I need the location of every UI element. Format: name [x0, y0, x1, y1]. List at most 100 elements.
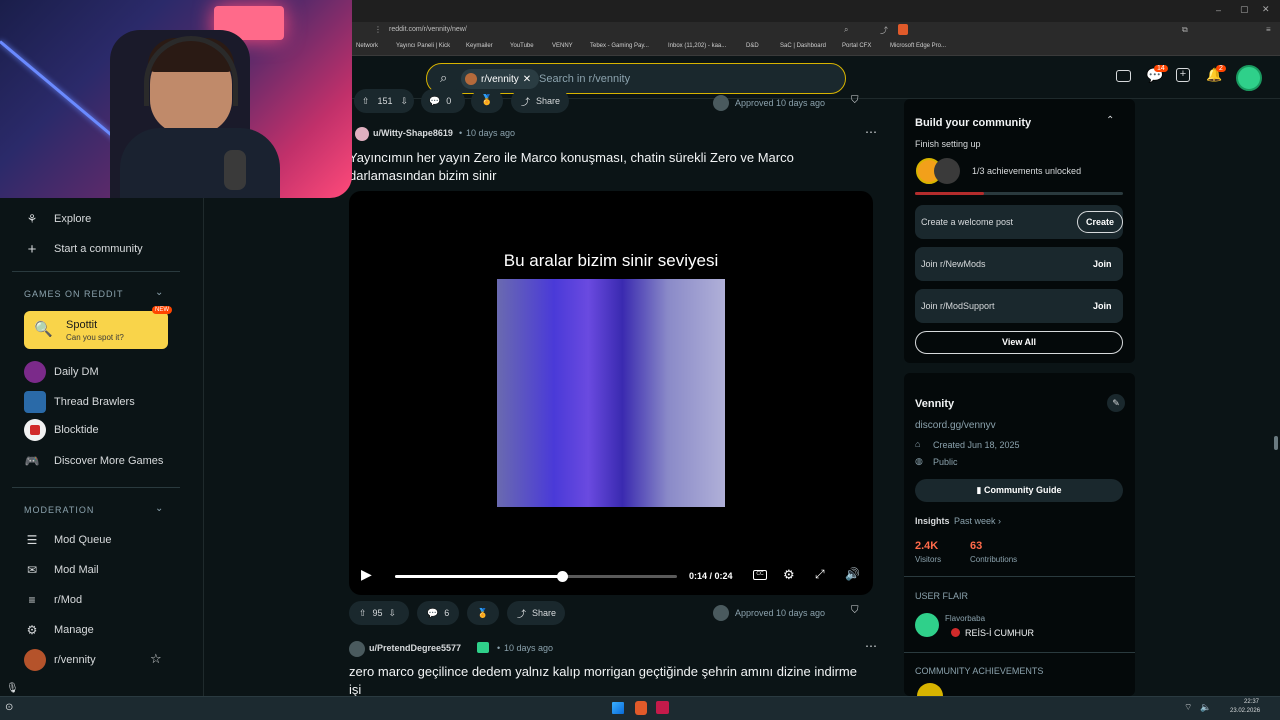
app-icon[interactable] [656, 701, 669, 714]
star-icon[interactable]: ☆ [150, 651, 162, 667]
bookmark-item[interactable]: Microsoft Edge Pro... [890, 43, 946, 49]
extensions-icon[interactable]: ⧉ [1182, 25, 1188, 35]
community-guide-button[interactable]: ▮ Community Guide [915, 479, 1123, 502]
bookmark-item[interactable]: VENNY [552, 43, 573, 49]
award-button[interactable]: 🏅 [467, 601, 499, 625]
brave-icon[interactable] [635, 701, 647, 715]
clock-date[interactable]: 23.02.2026 [1230, 708, 1260, 714]
wifi-icon[interactable]: ⌔ [1184, 702, 1192, 713]
create-post-icon[interactable]: + [1176, 68, 1190, 82]
post-1[interactable]: u/Witty-Shape8619 • 10 days ago ⋯ Yayınc… [349, 125, 879, 645]
community-vennity[interactable]: r/vennity [24, 649, 96, 671]
nav-start-community[interactable]: + Start a community [24, 241, 143, 258]
more-options-icon[interactable]: ⋯ [865, 639, 877, 653]
bookmark-item[interactable]: Tebex - Gaming Pay... [590, 43, 649, 49]
bookmark-item[interactable]: YouTube [510, 43, 534, 49]
shield-icon[interactable]: ⛉ [851, 605, 859, 616]
bookmark-item[interactable]: Portal CFX [842, 43, 871, 49]
fullscreen-icon[interactable]: ⤢ [815, 567, 825, 582]
create-button[interactable]: Create [1077, 211, 1124, 233]
settings-icon[interactable]: ⚙ [783, 567, 795, 583]
mod-queue[interactable]: ☰ Mod Queue [24, 532, 112, 548]
post-title[interactable]: zero marco geçilince dedem yalnız kalıp … [349, 663, 859, 699]
games-section-header[interactable]: GAMES ON REDDIT [24, 289, 124, 299]
divider [12, 271, 180, 272]
prev-post-comments[interactable]: 💬 0 [421, 89, 465, 113]
page-scrollbar[interactable] [1274, 436, 1278, 450]
manage[interactable]: ⚙ Manage [24, 622, 94, 638]
clock-time[interactable]: 22:37 [1244, 699, 1259, 705]
discover-more-games[interactable]: 🎮 Discover More Games [24, 453, 164, 469]
discord-link[interactable]: discord.gg/vennyv [915, 420, 996, 431]
more-options-icon[interactable]: ⋯ [865, 125, 877, 139]
settings-tray-icon[interactable]: ⊙ [5, 702, 13, 713]
edit-icon[interactable]: ✎ [1107, 394, 1125, 412]
bookmark-item[interactable]: SaC | Dashboard [780, 43, 826, 49]
seek-handle[interactable] [557, 571, 568, 582]
nav-start-community-label: Start a community [54, 243, 143, 255]
mod-mail[interactable]: ✉ Mod Mail [24, 562, 99, 578]
share-page-icon[interactable]: ⤴ [880, 25, 888, 36]
play-icon[interactable]: ▶ [361, 566, 372, 583]
bookmark-item[interactable]: D&D [746, 43, 759, 49]
volume-tray-icon[interactable]: 🔈 [1200, 702, 1211, 713]
game-thread-brawlers[interactable]: Thread Brawlers [24, 391, 135, 413]
spottit-card[interactable]: 🔍 Spottit Can you spot it? NEW [24, 306, 172, 349]
join-button[interactable]: Join [1093, 301, 1112, 311]
video-player[interactable]: Bu aralar bizim sinir seviyesi ▶ 0:14 / … [349, 191, 873, 595]
volume-icon[interactable]: 🔊 [845, 567, 860, 581]
flair-text[interactable]: REİS-İ CUMHUR [965, 628, 1034, 638]
search-input[interactable]: Search in r/vennity [539, 73, 630, 85]
bookmark-item[interactable]: Yayıncı Paneli | Kick [396, 43, 450, 49]
ads-icon[interactable] [1116, 70, 1131, 82]
post-2[interactable]: u/PretendDegree5577 • 10 days ago ⋯ zero… [349, 639, 879, 699]
url-text[interactable]: reddit.com/r/vennity/new/ [389, 26, 467, 33]
join-button[interactable]: Join [1093, 259, 1112, 269]
video-seekbar[interactable] [395, 575, 677, 578]
post-author[interactable]: u/PretendDegree5577 [369, 643, 461, 653]
bookmark-item[interactable]: Inbox (11,202) - kaa... [668, 43, 726, 49]
chevron-up-icon[interactable]: ⌃ [1106, 115, 1114, 126]
minimize-icon[interactable]: – [1216, 5, 1221, 15]
post-title[interactable]: Yayıncımın her yayın Zero ile Marco konu… [349, 149, 849, 185]
close-icon[interactable]: ✕ [523, 74, 531, 85]
captions-icon[interactable]: CC [753, 570, 767, 580]
maximize-icon[interactable]: ▢ [1240, 4, 1249, 15]
game-blocktide[interactable]: Blocktide [24, 419, 99, 441]
view-all-button[interactable]: View All [915, 331, 1123, 354]
downvote-icon[interactable]: ⇩ [401, 96, 409, 107]
bookmark-item[interactable]: Network [356, 43, 378, 49]
downvote-icon[interactable]: ⇩ [389, 608, 397, 619]
share-button[interactable]: ⤴ Share [507, 601, 565, 625]
close-window-icon[interactable]: ✕ [1262, 4, 1270, 15]
chevron-down-icon[interactable]: ⌄ [155, 287, 163, 298]
prev-post-vote[interactable]: ⇧ 151 ⇩ [354, 89, 414, 113]
bookmark-item[interactable]: Keymailer [466, 43, 493, 49]
game-daily-dm[interactable]: Daily DM [24, 361, 99, 383]
nav-explore[interactable]: ⚘ Explore [24, 211, 92, 227]
r-mod[interactable]: ≡ r/Mod [24, 592, 82, 608]
welcome-post-row[interactable]: Create a welcome post Create [915, 205, 1124, 239]
prev-post-share[interactable]: ⤴ Share [511, 89, 569, 113]
post-author[interactable]: u/Witty-Shape8619 [373, 128, 453, 138]
upvote-icon[interactable]: ⇧ [359, 608, 367, 619]
shield-icon[interactable]: ⛉ [851, 95, 859, 106]
user-avatar[interactable] [1236, 65, 1262, 91]
community-chip[interactable]: r/vennity ✕ [461, 69, 540, 89]
upvote-icon[interactable]: ⇧ [362, 96, 370, 107]
past-week-dropdown[interactable]: Past week › [954, 516, 1001, 526]
menu-icon[interactable]: ≡ [1266, 25, 1271, 34]
chevron-down-icon[interactable]: ⌄ [155, 503, 163, 514]
prev-post-award[interactable]: 🏅 [471, 89, 503, 113]
join-newmods-row[interactable]: Join r/NewMods Join [915, 247, 1123, 281]
zoom-icon[interactable]: ⌕ [844, 25, 848, 35]
comments-button[interactable]: 💬 6 [417, 601, 459, 625]
community-guide-label: Community Guide [983, 485, 1062, 495]
moderation-section-header[interactable]: MODERATION [24, 505, 94, 515]
start-icon[interactable] [612, 702, 624, 714]
share-label: Share [536, 96, 561, 106]
brave-shield-icon[interactable] [898, 24, 908, 35]
vote-pill[interactable]: ⇧ 95 ⇩ [349, 601, 409, 625]
join-modsupport-row[interactable]: Join r/ModSupport Join [915, 289, 1123, 323]
mic-icon[interactable]: 🎙 [6, 683, 19, 694]
